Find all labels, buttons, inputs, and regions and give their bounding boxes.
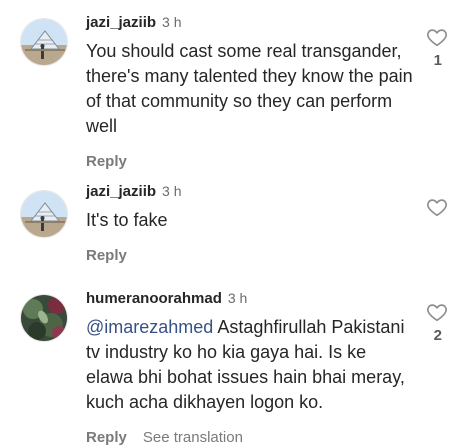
see-translation-button[interactable]: See translation (143, 429, 243, 446)
user-avatar[interactable] (20, 18, 68, 66)
like-count: 2 (433, 327, 442, 344)
comment-meta: jazi_jaziib 3 h (86, 12, 416, 33)
mention-link[interactable]: @imarezahmed (86, 317, 213, 337)
heart-outline-icon (427, 304, 447, 322)
user-avatar[interactable] (20, 190, 68, 238)
reply-button[interactable]: Reply (86, 429, 127, 446)
comment-text: You should cast some real transgander, t… (86, 41, 413, 136)
timestamp: 3 h (162, 183, 182, 199)
username[interactable]: humeranoorahmad (86, 290, 222, 307)
like-button[interactable] (426, 301, 448, 323)
heart-outline-icon (427, 199, 447, 217)
like-button[interactable] (426, 196, 448, 218)
timestamp: 3 h (227, 290, 248, 306)
like-button[interactable] (426, 26, 448, 48)
comment-actions: Reply (86, 247, 416, 264)
pyramid-photo-avatar (21, 191, 67, 237)
user-avatar[interactable] (20, 294, 68, 342)
comment-text: @imarezahmed Astaghfirullah Pakistani tv… (86, 315, 416, 415)
username[interactable]: jazi_jaziib (86, 183, 156, 200)
comment-actions: Reply See translation (86, 429, 416, 446)
heart-outline-icon (427, 29, 447, 47)
reply-button[interactable]: Reply (86, 247, 127, 264)
comment-meta: jazi_jaziib 3 h (86, 181, 416, 202)
comment-meta: humeranoorahmad 3 h (86, 288, 416, 309)
comment-text: It's to fake (86, 210, 168, 230)
username[interactable]: jazi_jaziib (86, 14, 156, 31)
comment: jazi_jaziib 3 h You should cast some real… (0, 0, 474, 175)
reply-button[interactable]: Reply (86, 153, 127, 170)
comment: humeranoorahmad 3 h @imarezahmed Astaghfi… (0, 278, 474, 446)
like-count: 1 (433, 52, 442, 69)
timestamp: 3 h (162, 14, 182, 30)
flower-photo-avatar (21, 295, 67, 341)
comment: jazi_jaziib 3 h It's to fake Reply (0, 175, 474, 275)
comment-actions: Reply (86, 153, 416, 170)
pyramid-photo-avatar (21, 19, 67, 65)
